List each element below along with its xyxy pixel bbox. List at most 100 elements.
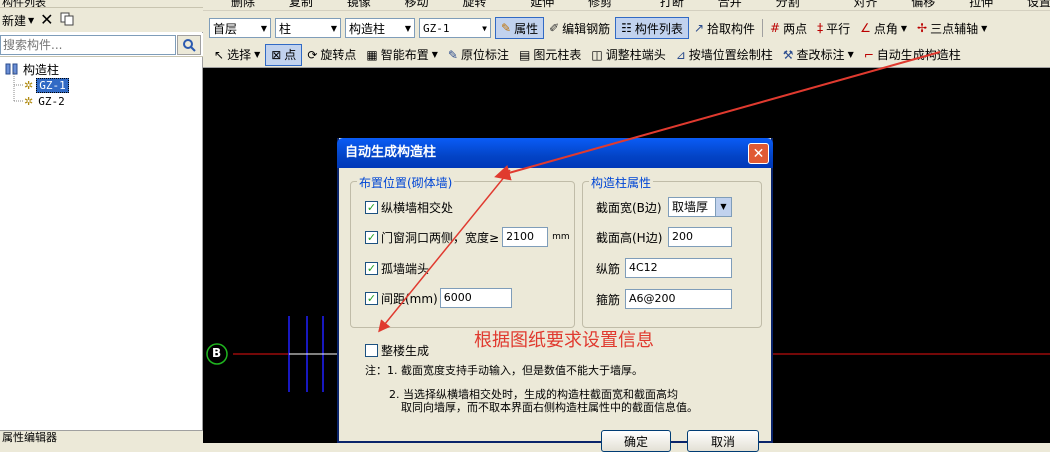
properties-button[interactable]: ✎ 属性: [495, 17, 545, 39]
original-mark-button[interactable]: ✎ 原位标注: [443, 44, 514, 66]
two-points-button[interactable]: # 两点: [765, 17, 812, 39]
toolbar-item[interactable]: 打断: [660, 0, 684, 9]
section-width-select[interactable]: 取墙厚 ▼: [668, 197, 732, 217]
dropdown-arrow-icon: ▼: [330, 23, 337, 33]
tree-item-gz1[interactable]: ✲ GZ-1: [24, 77, 69, 93]
component-list-button[interactable]: ☷ 构件列表: [615, 17, 689, 39]
toolbar-item[interactable]: 镜像: [347, 0, 371, 9]
option-label: 纵横墙相交处: [381, 201, 454, 215]
main-toolbar: 首层 ▼ 柱 ▼ 构造柱 ▼ GZ-1 ▼ ✎ 属性 ✐ 编辑钢筋 ☷ 构件列表 ↗ 拾取构件 …: [203, 14, 1050, 42]
annotation-text: 根据图纸要求设置信息: [474, 330, 654, 351]
copy-icon[interactable]: [60, 12, 74, 29]
checkbox[interactable]: ✓: [365, 201, 378, 214]
cancel-button[interactable]: 取消: [687, 430, 759, 452]
point-button[interactable]: ⊠ 点: [265, 43, 303, 66]
type-select[interactable]: 柱 ▼: [275, 18, 341, 38]
dropdown-arrow-icon: ▼: [981, 23, 988, 33]
select-button[interactable]: ↖ 选择 ▼: [209, 44, 265, 66]
option-spacing[interactable]: ✓ 间距(mm) 6000: [365, 288, 512, 308]
check-mark-icon: ⚒: [782, 47, 794, 62]
option-isolated-wall-end[interactable]: ✓ 孤墙端头: [365, 260, 429, 277]
delete-icon[interactable]: ✕: [40, 12, 53, 28]
draw-by-wall-button[interactable]: ⊿ 按墙位置绘制柱: [671, 44, 778, 66]
component-value: GZ-1: [423, 21, 450, 35]
auto-generate-button[interactable]: ⌐ 自动生成构造柱: [859, 44, 966, 66]
toolbar-item[interactable]: 分割: [776, 0, 800, 9]
search-icon: [183, 39, 196, 52]
pick-label: 拾取构件: [707, 21, 756, 36]
spacing-input[interactable]: 6000: [439, 288, 512, 308]
edit-rebar-button[interactable]: ✐ 编辑钢筋: [544, 17, 615, 39]
rotate-point-button[interactable]: ⟳ 旋转点: [302, 44, 361, 66]
toolbar-item[interactable]: 移动: [405, 0, 429, 9]
toolbar-item[interactable]: 延伸: [530, 0, 554, 9]
width-input[interactable]: 2100: [502, 227, 549, 247]
properties-icon: ✎: [501, 21, 512, 35]
dropdown-arrow-icon: ▼: [260, 23, 267, 33]
toolbar-item[interactable]: 旋转: [462, 0, 486, 9]
pick-component-button[interactable]: ↗ 拾取构件: [689, 17, 760, 39]
search-button[interactable]: [177, 35, 201, 55]
properties-panel-header: 属性编辑器: [0, 430, 203, 443]
toolbar-item[interactable]: 拉伸: [969, 0, 993, 9]
tree-item-label: GZ-2: [38, 94, 65, 108]
new-button[interactable]: 新建 ▼: [2, 12, 34, 29]
grid-icon: ▦: [366, 47, 378, 62]
parallel-icon: ‡: [817, 21, 824, 35]
prop-label: 截面宽(B边): [596, 200, 662, 215]
checkbox[interactable]: [365, 344, 378, 357]
point-angle-label: 点角: [873, 21, 898, 36]
stirrup-input[interactable]: A6@200: [625, 289, 732, 309]
longitudinal-rebar-input[interactable]: 4C12: [625, 258, 732, 278]
toolbar-item[interactable]: 对齐: [853, 0, 877, 9]
point-angle-button[interactable]: ∠ 点角 ▼: [855, 17, 912, 39]
check-mark-button[interactable]: ⚒ 查改标注 ▼: [778, 44, 859, 66]
subtype-select[interactable]: 构造柱 ▼: [345, 18, 415, 38]
smart-layout-label: 智能布置: [380, 48, 429, 62]
panel-title: 构件列表: [0, 0, 203, 8]
floor-select[interactable]: 首层 ▼: [209, 18, 271, 38]
checkbox[interactable]: ✓: [365, 291, 378, 305]
group-title: 构造柱属性: [589, 174, 654, 191]
parallel-button[interactable]: ‡ 平行: [812, 17, 855, 39]
checkbox[interactable]: ✓: [365, 262, 378, 275]
prop-section-width: 截面宽(B边) 取墙厚 ▼: [596, 197, 732, 217]
rotate-point-label: 旋转点: [320, 48, 357, 62]
adjust-column-end-button[interactable]: ◫ 调整柱端头: [586, 44, 670, 66]
adjust-icon: ◫: [591, 47, 603, 62]
toolbar-item[interactable]: 复制: [289, 0, 313, 9]
mark-icon: ✎: [447, 47, 458, 62]
note-line-1: 注：1. 截面宽度支持手动输入，但是数值不能大于墙厚。: [365, 364, 643, 377]
prop-label: 纵筋: [596, 261, 621, 276]
toolbar-item[interactable]: 偏移: [911, 0, 935, 9]
toolbar-item[interactable]: 设置夹点: [1027, 0, 1050, 9]
tree-item-gz2[interactable]: ✲ GZ-2: [24, 93, 67, 109]
column-table-label: 图元柱表: [533, 48, 582, 62]
toolbar-item[interactable]: 删除: [231, 0, 255, 9]
cursor-icon: ↖: [214, 47, 225, 62]
toolbar-item[interactable]: 合并: [718, 0, 742, 9]
dropdown-arrow-icon: ▼: [28, 15, 35, 25]
section-height-input[interactable]: 200: [668, 227, 732, 247]
search-input[interactable]: [0, 35, 176, 55]
option-door-window[interactable]: ✓ 门窗洞口两侧，宽度≥ 2100 mm: [365, 227, 570, 247]
option-label: 间距(mm): [381, 291, 438, 306]
column-table-button[interactable]: ▤ 图元柱表: [514, 44, 586, 66]
component-select[interactable]: GZ-1 ▼: [419, 18, 491, 38]
ok-button[interactable]: 确定: [601, 430, 671, 452]
option-label: 孤墙端头: [381, 262, 430, 276]
cancel-label: 取消: [710, 434, 735, 449]
point-angle-icon: ∠: [860, 21, 871, 35]
point-icon: ⊠: [271, 47, 282, 62]
checkbox[interactable]: ✓: [365, 230, 378, 244]
option-wall-intersection[interactable]: ✓ 纵横墙相交处: [365, 199, 453, 216]
toolbar-item[interactable]: 修剪: [588, 0, 612, 9]
three-point-aux-button[interactable]: ✢ 三点辅轴 ▼: [912, 17, 992, 39]
drawing-toolbar: ↖ 选择 ▼ ⊠ 点 ⟳ 旋转点 ▦ 智能布置 ▼ ✎ 原位标注 ▤ 图元柱表 ◫ 调整柱端头 ⊿…: [203, 42, 1050, 68]
pencil-icon: ✐: [549, 21, 560, 35]
close-button[interactable]: ✕: [748, 143, 769, 164]
smart-layout-button[interactable]: ▦ 智能布置 ▼: [361, 44, 443, 66]
new-label: 新建: [2, 13, 27, 28]
tree-item-label: GZ-1: [36, 77, 69, 93]
option-whole-building[interactable]: 整楼生成: [365, 342, 429, 359]
